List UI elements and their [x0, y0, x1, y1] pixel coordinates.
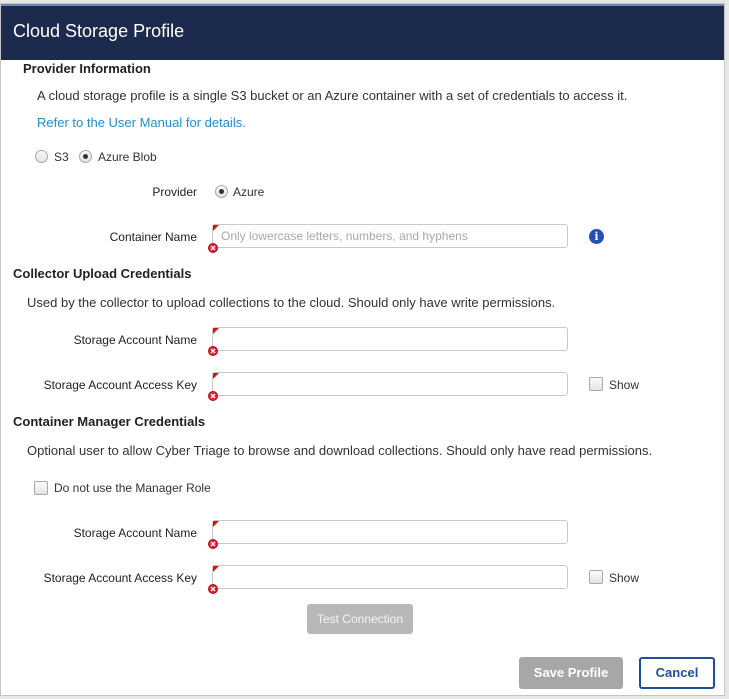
azure-blob-radio[interactable]: [79, 150, 92, 163]
manager-account-name-input[interactable]: [212, 520, 568, 544]
save-profile-button[interactable]: Save Profile: [519, 657, 623, 689]
container-name-input[interactable]: [212, 224, 568, 248]
cancel-button[interactable]: Cancel: [639, 657, 715, 689]
collector-description: Used by the collector to upload collecti…: [27, 295, 556, 310]
azure-blob-radio-label[interactable]: Azure Blob: [98, 150, 157, 164]
cloud-storage-profile-dialog: Cloud Storage Profile Provider Informati…: [0, 3, 725, 696]
required-flag-icon: [213, 373, 219, 379]
provider-description: A cloud storage profile is a single S3 b…: [37, 88, 628, 103]
manager-access-key-label: Storage Account Access Key: [43, 571, 197, 585]
no-manager-role-checkbox[interactable]: [34, 481, 48, 495]
collector-access-key-label: Storage Account Access Key: [43, 378, 197, 392]
required-flag-icon: [213, 225, 219, 231]
collector-account-name-input[interactable]: [212, 327, 568, 351]
manager-description: Optional user to allow Cyber Triage to b…: [27, 443, 653, 458]
manager-show-key-checkbox[interactable]: [589, 570, 603, 584]
collector-access-key-input[interactable]: [212, 372, 568, 396]
container-name-label: Container Name: [109, 230, 197, 244]
s3-radio-label[interactable]: S3: [54, 150, 69, 164]
info-icon[interactable]: i: [589, 229, 604, 244]
collector-account-name-label: Storage Account Name: [73, 333, 197, 347]
provider-label: Provider: [152, 185, 197, 199]
manager-account-name-label: Storage Account Name: [73, 526, 197, 540]
azure-provider-radio[interactable]: [215, 185, 228, 198]
required-flag-icon: [213, 566, 219, 572]
error-icon: [208, 539, 218, 549]
error-icon: [208, 584, 218, 594]
azure-provider-label[interactable]: Azure: [233, 185, 264, 199]
user-manual-link[interactable]: Refer to the User Manual for details.: [37, 115, 246, 130]
collector-show-key-label[interactable]: Show: [609, 378, 639, 392]
required-flag-icon: [213, 328, 219, 334]
manager-heading: Container Manager Credentials: [13, 414, 206, 429]
collector-heading: Collector Upload Credentials: [13, 266, 192, 281]
title-bar: Cloud Storage Profile: [1, 4, 724, 60]
test-connection-button[interactable]: Test Connection: [307, 604, 413, 634]
error-icon: [208, 243, 218, 253]
error-icon: [208, 346, 218, 356]
error-icon: [208, 391, 218, 401]
s3-radio[interactable]: [35, 150, 48, 163]
manager-access-key-input[interactable]: [212, 565, 568, 589]
dialog-title: Cloud Storage Profile: [13, 21, 185, 41]
no-manager-role-label[interactable]: Do not use the Manager Role: [54, 481, 211, 495]
collector-show-key-checkbox[interactable]: [589, 377, 603, 391]
provider-heading: Provider Information: [23, 61, 151, 76]
required-flag-icon: [213, 521, 219, 527]
manager-show-key-label[interactable]: Show: [609, 571, 639, 585]
